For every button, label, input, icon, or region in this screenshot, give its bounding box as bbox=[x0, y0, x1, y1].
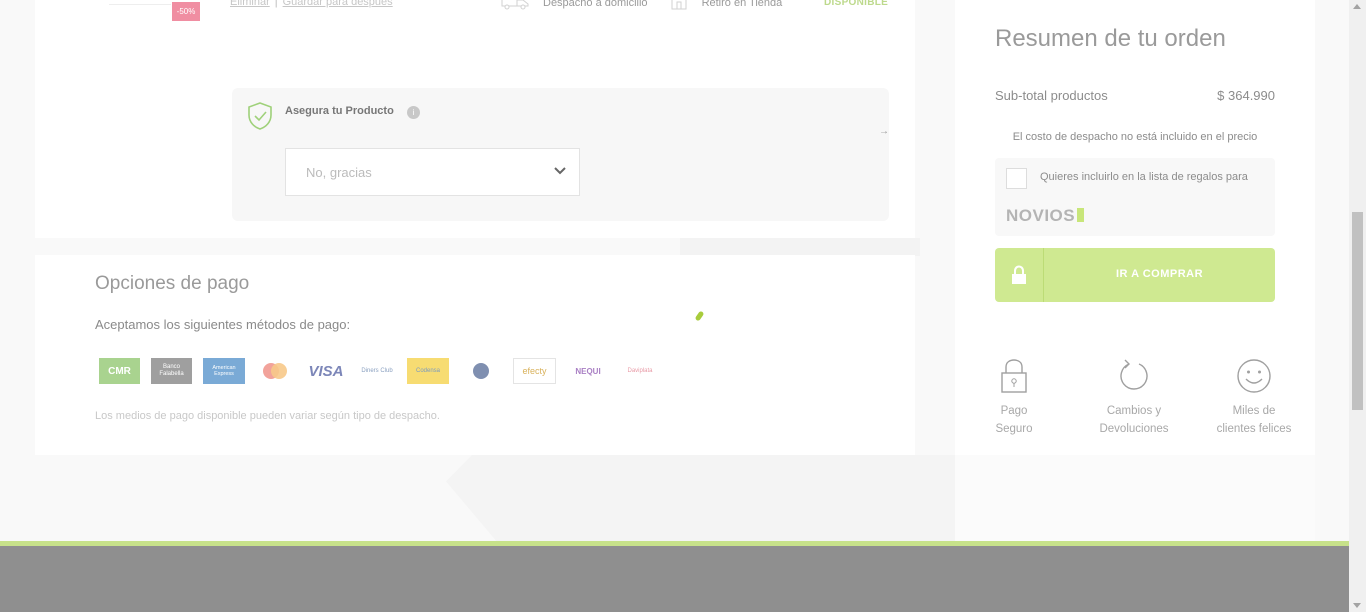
save-for-later-link[interactable]: Guardar para después bbox=[283, 0, 393, 8]
feature-label: Devoluciones bbox=[1099, 423, 1169, 435]
refresh-icon bbox=[1120, 359, 1148, 390]
gift-registry-box: Quieres incluirlo en la lista de regalos… bbox=[995, 158, 1275, 236]
american-express-logo: American Express bbox=[203, 358, 245, 384]
order-summary: Resumen de tu orden Sub-total productos … bbox=[955, 0, 1315, 455]
daviplata-logo: Daviplata bbox=[627, 368, 653, 374]
banco-falabella-logo: Banco Falabella bbox=[151, 358, 192, 384]
smiley-icon bbox=[1237, 359, 1271, 393]
feature-label: Seguro bbox=[995, 423, 1033, 435]
codensa-logo: Codensa bbox=[407, 358, 449, 384]
payment-title: Opciones de pago bbox=[95, 273, 250, 294]
novios-logo-mark bbox=[1077, 208, 1085, 222]
vertical-scrollbar[interactable] bbox=[1349, 0, 1366, 612]
item-actions: Eliminar | Guardar para después bbox=[230, 0, 393, 8]
summary-title: Resumen de tu orden bbox=[995, 25, 1226, 52]
product-insurance-box: Asegura tu Producto i → No, gracias bbox=[232, 88, 889, 221]
insurance-select[interactable]: No, gracias bbox=[285, 148, 580, 196]
feature-happy-customers: Miles de clientes felices bbox=[1204, 358, 1304, 438]
gift-registry-text: Quieres incluirlo en la lista de regalos… bbox=[1040, 171, 1248, 183]
discount-badge: -50% bbox=[172, 2, 200, 21]
lock-icon bbox=[995, 248, 1044, 302]
visa-logo: VISA bbox=[308, 362, 344, 380]
insurance-select-value: No, gracias bbox=[306, 165, 372, 180]
availability-status: DISPONIBLE bbox=[824, 0, 889, 8]
chevron-down-icon bbox=[554, 167, 566, 175]
arrow-right-icon[interactable]: → bbox=[879, 126, 889, 137]
feature-label: Miles de bbox=[1232, 405, 1276, 417]
checkout-button-label: IR A COMPRAR bbox=[1115, 268, 1204, 280]
shield-check-icon bbox=[248, 102, 272, 130]
page-footer bbox=[0, 546, 1349, 612]
scrollbar-thumb[interactable] bbox=[1352, 212, 1363, 410]
background-decoration bbox=[446, 455, 966, 543]
subtotal-label: Sub-total productos bbox=[995, 88, 1108, 103]
padlock-icon bbox=[1001, 359, 1027, 393]
summary-background bbox=[955, 455, 1315, 543]
subtotal-value: $ 364.990 bbox=[1217, 88, 1275, 103]
payment-methods-list: CMR Banco Falabella American Express VIS… bbox=[99, 358, 671, 384]
shipping-note: El costo de despacho no está incluido en… bbox=[1012, 131, 1258, 143]
home-delivery-label: Despacho a domicilio bbox=[543, 0, 648, 9]
diners-club-logo: Diners Club bbox=[361, 367, 393, 374]
payment-note: Los medios de pago disponible pueden var… bbox=[95, 410, 440, 422]
nequi-logo: NEQUI bbox=[575, 366, 601, 376]
efecty-logo: efecty bbox=[513, 358, 556, 384]
feature-label: clientes felices bbox=[1216, 423, 1292, 435]
insurance-title: Asegura tu Producto bbox=[285, 105, 394, 117]
servibanca-logo bbox=[460, 358, 502, 384]
product-thumbnail[interactable] bbox=[109, 0, 171, 5]
shipping-options: Despacho a domicilio Retiro en Tienda bbox=[501, 0, 782, 10]
cmr-logo: CMR bbox=[99, 358, 140, 384]
novios-logo: NOVIOS bbox=[1006, 206, 1085, 226]
cart-item-panel: -50% Eliminar | Guardar para después Despa… bbox=[35, 0, 915, 238]
feature-label: Cambios y bbox=[1106, 405, 1162, 417]
feature-label: Pago bbox=[1000, 405, 1028, 417]
gift-registry-checkbox[interactable] bbox=[1006, 168, 1027, 189]
background-decoration bbox=[680, 238, 920, 256]
checkout-button[interactable]: IR A COMPRAR bbox=[995, 248, 1275, 302]
scroll-down-arrow-icon[interactable] bbox=[1353, 603, 1361, 608]
info-icon[interactable]: i bbox=[407, 106, 420, 119]
payment-subtitle: Aceptamos los siguientes métodos de pago… bbox=[95, 317, 351, 332]
mastercard-logo bbox=[256, 358, 294, 384]
remove-link[interactable]: Eliminar bbox=[230, 0, 270, 8]
link-separator: | bbox=[274, 0, 278, 8]
payment-options-panel: Opciones de pago Aceptamos los siguiente… bbox=[35, 255, 915, 455]
truck-icon bbox=[501, 0, 529, 10]
store-icon bbox=[671, 0, 687, 10]
store-pickup-label: Retiro en Tienda bbox=[701, 0, 783, 9]
feature-secure-payment: Pago Seguro bbox=[964, 358, 1064, 438]
scroll-up-arrow-icon[interactable] bbox=[1353, 4, 1361, 9]
feature-returns: Cambios y Devoluciones bbox=[1084, 358, 1184, 438]
